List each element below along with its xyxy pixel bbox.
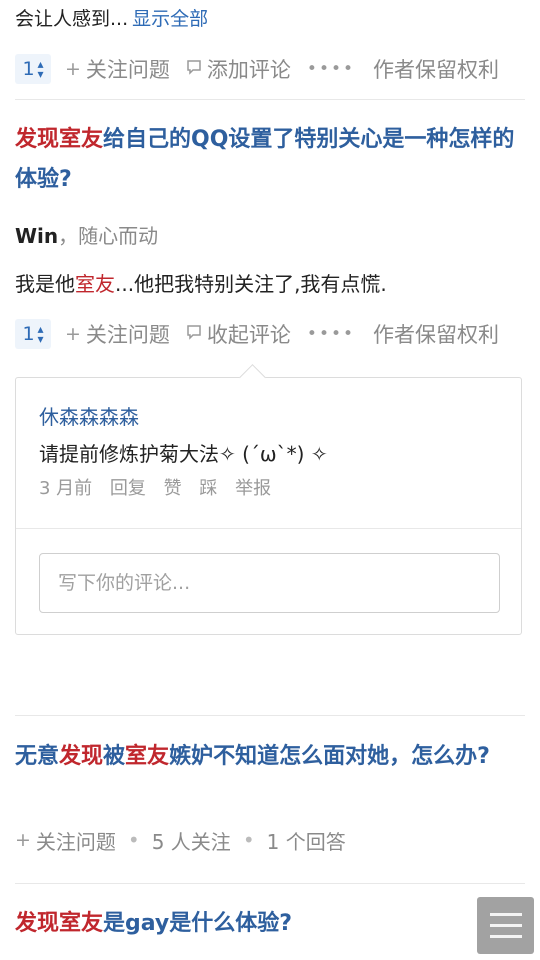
vote-count: 1 <box>22 58 35 80</box>
comment-meta: 3 月前 回复 赞 踩 举报 <box>39 474 283 500</box>
author-name[interactable]: Win <box>15 224 58 248</box>
reply-button[interactable]: 回复 <box>110 478 146 499</box>
comment-icon <box>186 323 202 345</box>
answer-actions: 1 ▴ ▾ + 关注问题 添加评论 •••• 作者保留权利 <box>15 53 499 85</box>
like-button[interactable]: 赞 <box>164 478 182 499</box>
bullet-separator: • <box>242 828 255 852</box>
title-highlight: 发现 <box>59 744 104 769</box>
answer-text-part: 我是他 <box>15 272 75 296</box>
show-all-link[interactable]: 显示全部 <box>132 8 208 30</box>
author-bio: ，随心而动 <box>58 224 159 248</box>
vote-toggle-icon: ▴ ▾ <box>37 57 44 81</box>
comment-input[interactable] <box>39 553 500 613</box>
add-comment-button[interactable]: 添加评论 <box>186 54 291 84</box>
divider <box>15 99 525 100</box>
comment-time: 3 月前 <box>39 478 93 499</box>
divider <box>16 528 521 529</box>
answer-actions: 1 ▴ ▾ + 关注问题 收起评论 •••• 作者保留权利 <box>15 318 499 350</box>
answer-text-part: ...他把我特别关注了,我有点慌. <box>115 272 387 296</box>
screen: 会让人感到... 显示全部 1 ▴ ▾ + 关注问题 添加评论 •••• 作者保留权… <box>0 0 540 960</box>
comments-panel: 休森森森森 请提前修炼护菊大法✧ (´ω`*) ✧ 3 月前 回复 赞 踩 举报 <box>15 364 522 635</box>
add-comment-label: 添加评论 <box>206 58 291 82</box>
answer-excerpt[interactable]: 我是他室友...他把我特别关注了,我有点慌. <box>15 268 387 300</box>
bullet-separator: • <box>127 828 140 852</box>
excerpt-text: 会让人感到... <box>15 8 129 30</box>
panel-pointer <box>239 364 266 391</box>
rights-label: 作者保留权利 <box>373 323 500 347</box>
comment-text: 请提前修炼护菊大法✧ (´ω`*) ✧ <box>39 442 328 466</box>
vote-toggle-icon: ▴ ▾ <box>37 322 44 346</box>
vote-button[interactable]: 1 ▴ ▾ <box>15 319 51 349</box>
rights-label: 作者保留权利 <box>373 58 500 82</box>
vote-button[interactable]: 1 ▴ ▾ <box>15 54 51 84</box>
follow-question-label: 关注问题 <box>35 829 116 854</box>
follow-question-button[interactable]: + 关注问题 <box>65 54 170 84</box>
title-text: 嫉妒不知道怎么面对她，怎么办? <box>169 744 490 769</box>
question-title[interactable]: 发现室友是gay是什么体验? <box>15 904 530 944</box>
menu-bar <box>489 924 522 927</box>
follow-question-button[interactable]: + 关注问题 <box>15 826 116 855</box>
comment-author[interactable]: 休森森森森 <box>39 401 139 430</box>
followers-count: 5 人关注 <box>151 829 231 854</box>
more-dots-icon[interactable]: •••• <box>307 59 355 79</box>
follow-question-label: 关注问题 <box>85 323 170 347</box>
menu-bar <box>489 913 522 916</box>
divider <box>15 715 525 716</box>
more-dots-icon[interactable]: •••• <box>307 324 355 344</box>
plus-icon: + <box>65 58 81 80</box>
divider <box>15 883 525 884</box>
title-highlight: 发现室友 <box>15 911 104 936</box>
title-text: 无意 <box>15 744 60 769</box>
menu-bar <box>489 935 522 938</box>
collapse-comments-button[interactable]: 收起评论 <box>186 319 291 349</box>
collapse-comments-label: 收起评论 <box>206 323 291 347</box>
comment-icon <box>186 58 202 80</box>
answers-count[interactable]: 1 个回答 <box>267 826 346 855</box>
question-title[interactable]: 无意发现被室友嫉妒不知道怎么面对她，怎么办? <box>15 737 530 777</box>
follow-question-label: 关注问题 <box>85 58 170 82</box>
dislike-button[interactable]: 踩 <box>199 478 217 499</box>
follow-question-button[interactable]: + 关注问题 <box>65 319 170 349</box>
title-text: 被 <box>103 744 126 769</box>
menu-icon[interactable] <box>477 897 534 954</box>
question-meta: + 关注问题 • 5 人关注 • 1 个回答 <box>15 823 346 857</box>
answer-author: Win，随心而动 <box>15 220 158 252</box>
answer-excerpt: 会让人感到... 显示全部 <box>15 4 208 34</box>
vote-count: 1 <box>22 323 35 345</box>
question-title[interactable]: 发现室友给自己的QQ设置了特别关心是一种怎样的体验? <box>15 120 530 200</box>
plus-icon: + <box>15 829 31 851</box>
answer-highlight: 室友 <box>75 272 115 296</box>
report-button[interactable]: 举报 <box>235 478 271 499</box>
title-text: 是gay是什么体验? <box>103 911 293 936</box>
plus-icon: + <box>65 323 81 345</box>
title-highlight: 发现室友 <box>15 127 104 152</box>
title-highlight: 室友 <box>125 744 170 769</box>
